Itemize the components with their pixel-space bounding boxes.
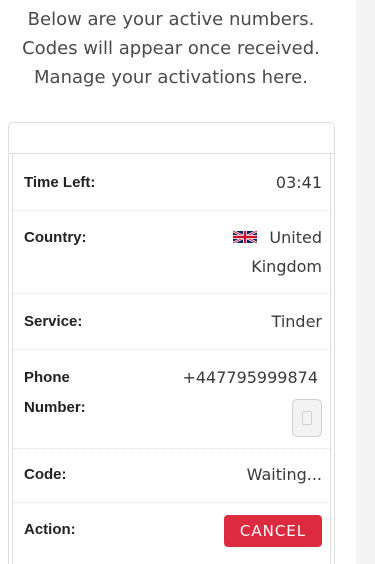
code-label: Code:: [24, 466, 67, 483]
activation-table: Time Left: 03:41 Country: United Kingdom…: [12, 154, 331, 564]
action-label: Action:: [24, 521, 76, 538]
intro-line: Below are your active numbers.: [27, 9, 315, 30]
country-label: Country:: [24, 229, 87, 246]
cancel-button[interactable]: CANCEL: [224, 515, 322, 547]
time-left-value: 03:41: [275, 173, 322, 192]
phone-number-row: Phone Number: +447795999874: [13, 350, 330, 449]
scroll-gutter: [356, 0, 375, 564]
page: Below are your active numbers. Codes wil…: [0, 0, 375, 564]
uk-flag-icon: [233, 229, 258, 244]
service-value: Tinder: [271, 312, 322, 331]
country-name-line2: Kingdom: [251, 257, 322, 276]
intro-text: Below are your active numbers. Codes wil…: [0, 5, 342, 92]
phone-number-label: Phone Number:: [24, 363, 86, 423]
service-label: Service:: [24, 313, 83, 330]
action-row: Action: CANCEL: [13, 503, 330, 558]
copy-button[interactable]: [292, 399, 322, 437]
country-value: United Kingdom: [233, 223, 322, 281]
phone-number-value: +447795999874: [182, 368, 318, 387]
intro-line: Manage your activations here.: [34, 67, 308, 88]
code-value: Waiting...: [246, 465, 322, 484]
service-row: Service: Tinder: [13, 294, 330, 350]
phone-label-line2: Number:: [24, 399, 86, 416]
activation-card: Time Left: 03:41 Country: United Kingdom…: [8, 122, 335, 564]
card-header: [9, 123, 334, 154]
copy-icon: [302, 411, 312, 425]
country-row: Country: United Kingdom: [13, 211, 330, 294]
time-left-row: Time Left: 03:41: [13, 154, 330, 211]
phone-label-line1: Phone: [24, 369, 70, 386]
code-row: Code: Waiting...: [13, 449, 330, 503]
time-left-label: Time Left:: [24, 174, 96, 191]
country-name-line1: United: [269, 228, 322, 247]
intro-line: Codes will appear once received.: [22, 38, 320, 59]
